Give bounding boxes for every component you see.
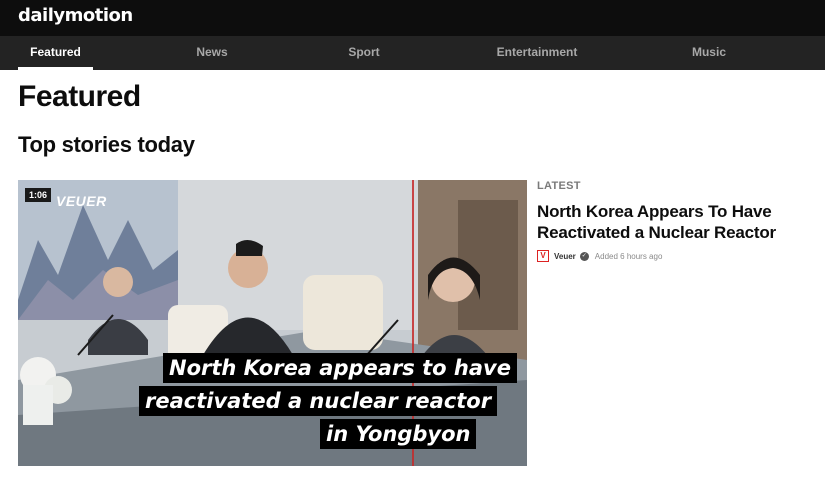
veuer-watermark: VEUER	[56, 193, 107, 209]
nav-entertainment[interactable]: Entertainment	[487, 36, 587, 70]
latest-badge: LATEST	[537, 180, 581, 192]
page-title: Featured	[18, 80, 141, 113]
channel-name[interactable]: Veuer	[554, 252, 576, 261]
top-bar: dailymotion	[0, 0, 825, 36]
story-headline[interactable]: North Korea Appears To Have Reactivated …	[537, 201, 807, 243]
added-time: Added 6 hours ago	[594, 251, 663, 261]
nav-sport[interactable]: Sport	[334, 36, 394, 70]
nav-featured[interactable]: Featured	[18, 36, 93, 70]
caption-line: North Korea appears to have	[163, 353, 517, 383]
category-nav: Featured News Sport Entertainment Music	[0, 36, 825, 70]
duration-badge: 1:06	[25, 188, 52, 202]
video-thumbnail[interactable]: 1:06 VEUER North Korea appears to have r…	[18, 180, 527, 466]
caption-line: reactivated a nuclear reactor	[139, 386, 498, 416]
nav-music[interactable]: Music	[680, 36, 738, 70]
nav-news[interactable]: News	[182, 36, 242, 70]
caption-line: in Yongbyon	[320, 419, 477, 449]
channel-logo[interactable]: V	[537, 250, 549, 262]
section-title: Top stories today	[18, 132, 195, 157]
story-meta: V Veuer ✓ Added 6 hours ago	[537, 249, 807, 263]
dailymotion-logo[interactable]: dailymotion	[18, 5, 133, 26]
verified-icon: ✓	[579, 251, 589, 261]
story-details: LATEST North Korea Appears To Have React…	[537, 180, 807, 263]
